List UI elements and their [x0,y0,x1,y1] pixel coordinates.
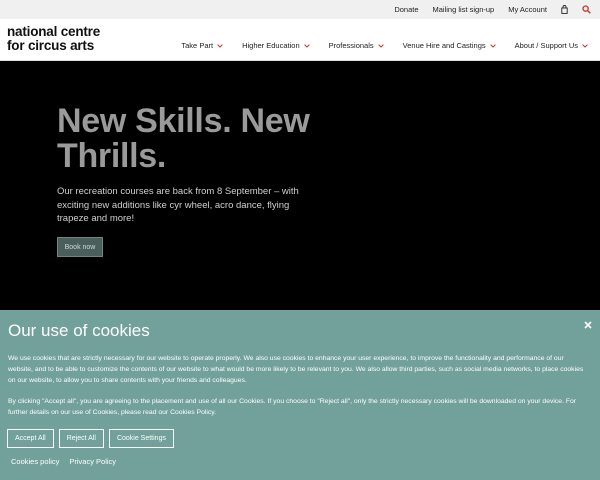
my-account-link[interactable]: My Account [508,5,547,14]
cookie-banner: Our use of cookies We use cookies that a… [0,310,600,480]
cookie-buttons: Accept All Reject All Cookie Settings [7,429,179,448]
logo-line-1: national centre [7,24,101,39]
nav-about-support[interactable]: About / Support Us [515,41,588,50]
nav-label: About / Support Us [514,41,578,50]
donate-link[interactable]: Donate [394,5,418,14]
mailing-list-link[interactable]: Mailing list sign-up [433,5,495,14]
nav-professionals[interactable]: Professionals [329,41,384,50]
chevron-down-icon [217,43,223,48]
basket-icon[interactable] [561,5,568,14]
nav-venue-hire[interactable]: Venue Hire and Castings [403,41,496,50]
logo-line-2: for circus arts [7,38,95,53]
chevron-down-icon [489,43,496,48]
cookie-title: Our use of cookies [8,321,150,340]
close-icon[interactable] [584,321,592,329]
nav-higher-education[interactable]: Higher Education [242,41,310,50]
chevron-down-icon [303,43,310,48]
reject-all-button[interactable]: Reject All [58,429,104,448]
cookie-description: We use cookies that are strictly necessa… [8,355,584,384]
hero-title: New Skills. New Thrills. [57,102,310,175]
main-nav: Take Part Higher Education Professionals… [162,41,588,50]
cookie-settings-button[interactable]: Cookie Settings [108,429,174,448]
nav-label: Take Part [181,41,214,50]
chevron-down-icon [377,43,384,48]
nav-label: Professionals [328,41,374,50]
site-logo[interactable]: national centre for circus arts [7,25,100,53]
book-now-button[interactable]: Book now [57,237,103,257]
nav-label: Higher Education [242,41,300,50]
chevron-down-icon [582,43,588,48]
nav-label: Venue Hire and Castings [402,41,486,50]
privacy-policy-link[interactable]: Privacy Policy [69,457,116,466]
hero-text: Our recreation courses are back from 8 S… [57,186,299,224]
accept-all-button[interactable]: Accept All [7,429,54,448]
cookie-links: Cookies policy Privacy Policy [11,457,126,466]
search-icon[interactable] [582,5,591,14]
main-header: national centre for circus arts Take Par… [0,19,600,61]
cookie-consent-text: By clicking "Accept all", you are agreei… [8,398,577,416]
cookies-policy-link[interactable]: Cookies policy [11,457,59,466]
utility-bar: Donate Mailing list sign-up My Account [0,0,600,19]
nav-take-part[interactable]: Take Part [181,41,223,50]
hero-section: New Skills. New Thrills. Our recreation … [0,62,600,312]
